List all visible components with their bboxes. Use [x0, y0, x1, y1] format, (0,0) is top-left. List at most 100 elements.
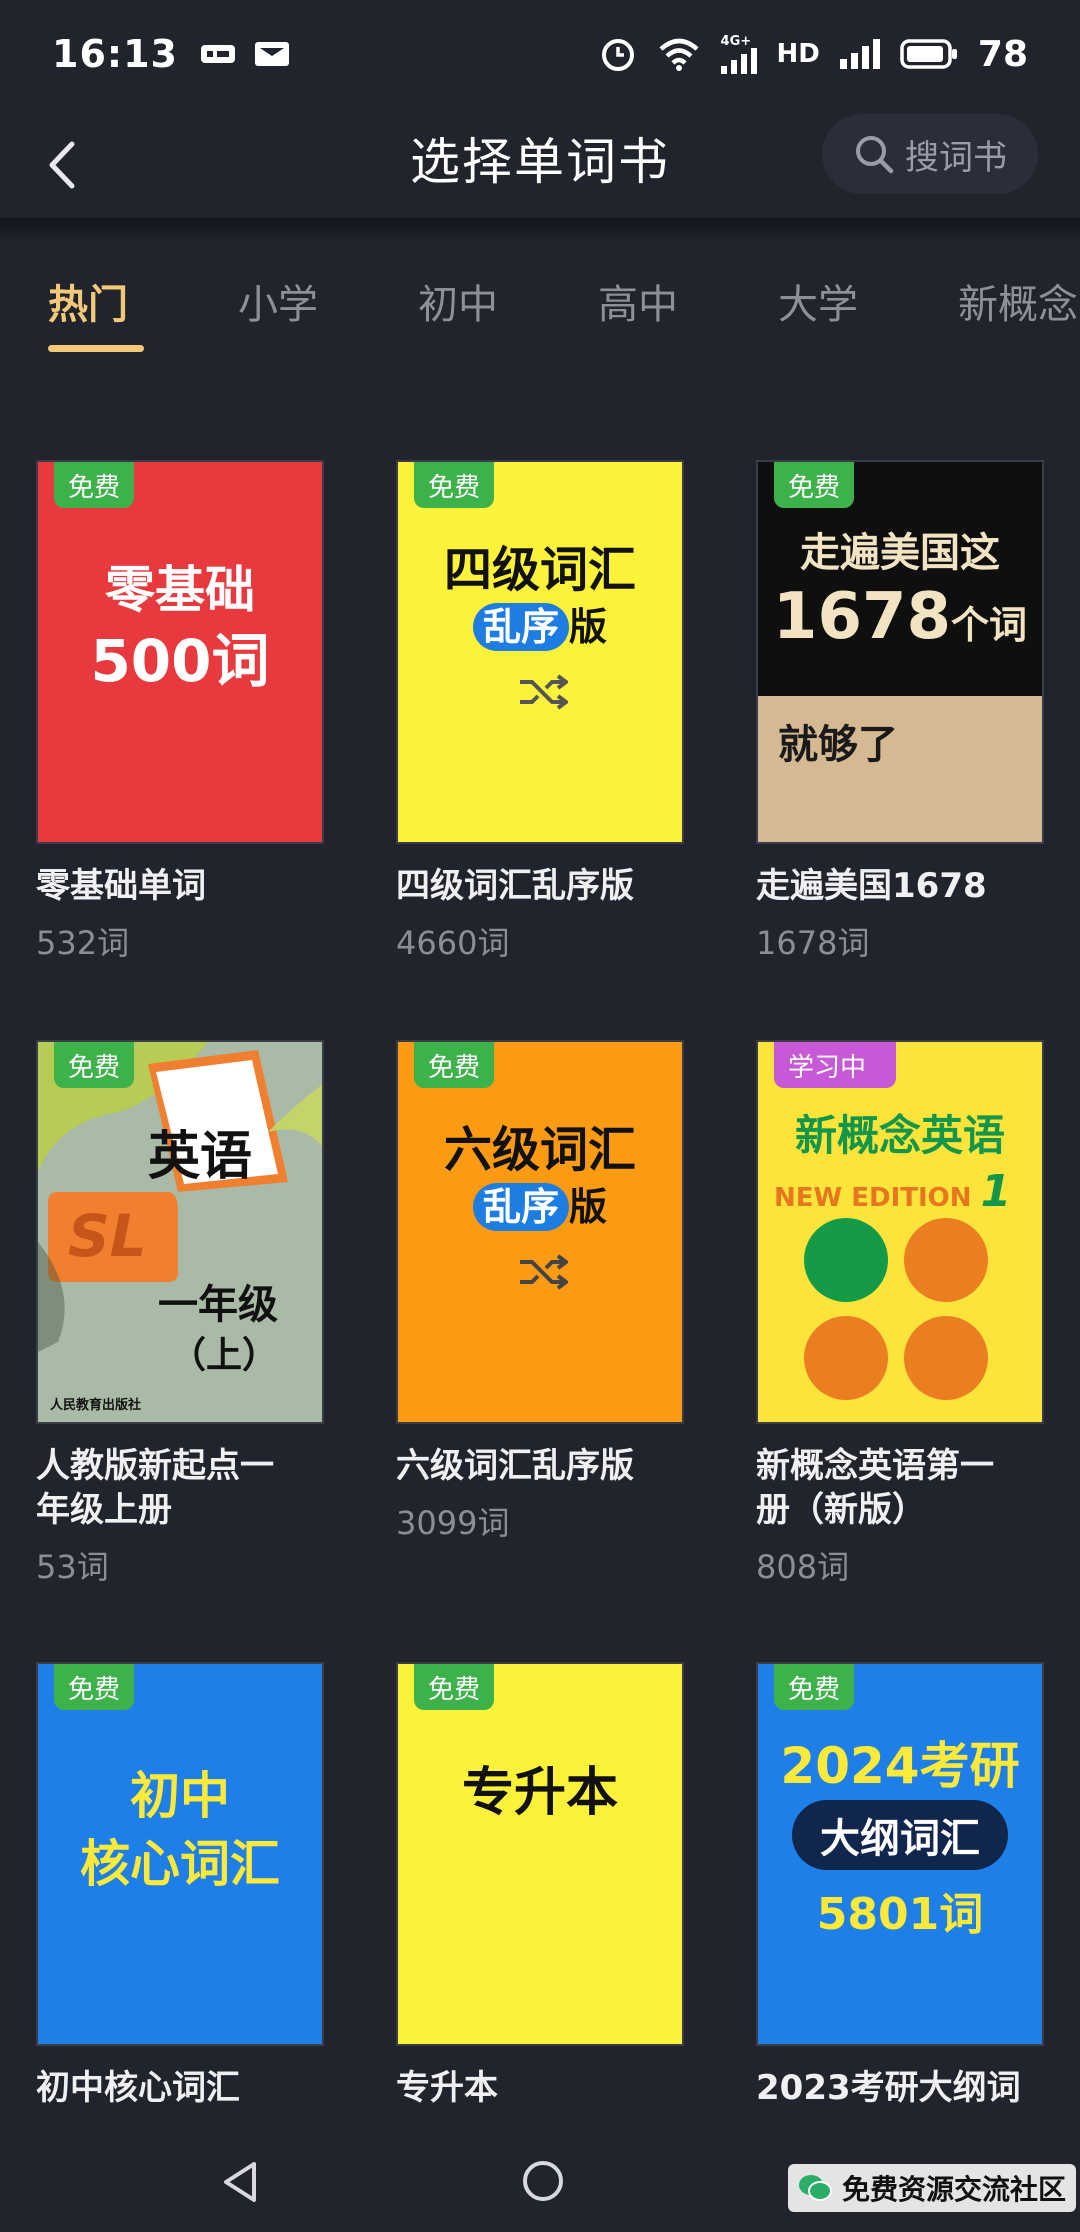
app-notification-icon [200, 42, 236, 66]
free-badge: 免费 [54, 462, 135, 508]
cover-subtitle: 500词 [90, 627, 270, 695]
free-badge: 免费 [414, 462, 495, 508]
network-type-label: 4G+ [720, 33, 752, 49]
book-cover: 免费 走遍美国这 1678个词 就够了 [756, 460, 1044, 844]
message-notification-icon [254, 40, 290, 68]
search-label: 搜词书 [905, 137, 1007, 178]
shuffle-icon [520, 1254, 568, 1290]
cover-edition-line: NEW EDITION 1 [774, 1166, 1042, 1217]
tab-junior-high[interactable]: 初中 [418, 272, 498, 330]
book-cover: 免费 六级词汇 乱序版 [396, 1040, 684, 1424]
cover-number: 1678 [772, 580, 952, 654]
tab-university[interactable]: 大学 [778, 272, 858, 330]
header-divider [0, 218, 1080, 244]
cover-pill: 乱序 [472, 603, 569, 651]
cover-pill-line: 大纲词汇 [758, 1800, 1042, 1870]
word-count: 532词 [36, 924, 130, 962]
watermark: 免费资源交流社区 [788, 2164, 1077, 2212]
cover-title: 零基础 [105, 561, 255, 619]
signal-icon [839, 39, 880, 69]
cover-sl-logo: SL [68, 1202, 147, 1270]
book-cover: 学习中 新概念英语 NEW EDITION 1 [756, 1040, 1044, 1424]
free-badge: 免费 [414, 1042, 495, 1088]
book-card-cet6[interactable]: 免费 六级词汇 乱序版 六级词汇乱序版 3099词 [396, 1040, 684, 1544]
cover-number-line: 1678个词 [758, 580, 1042, 654]
cover-subtitle: 乱序版 [398, 596, 682, 651]
nav-back-icon[interactable] [220, 2160, 260, 2204]
tab-primary[interactable]: 小学 [238, 272, 318, 330]
free-badge: 免费 [774, 462, 855, 508]
tab-hot[interactable]: 热门 [48, 272, 128, 330]
book-cover: 免费 零基础 500词 [36, 460, 324, 844]
cover-title: 六级词汇 [443, 1122, 636, 1178]
word-count: 3099词 [396, 1504, 510, 1542]
cellular-4g-icon: 4G+ [720, 33, 757, 74]
cover-title: 2024考研 [780, 1737, 1020, 1795]
cover-edition: NEW EDITION [774, 1183, 972, 1213]
battery-level: 78 [977, 33, 1028, 75]
cover-title: 四级词汇 [443, 542, 636, 598]
cover-subtitle: 5801词 [816, 1889, 984, 1940]
cover-title: 走遍美国这 [800, 530, 1000, 576]
book-card-cet4[interactable]: 免费 四级词汇 乱序版 四级词汇乱序版 4660词 [396, 460, 684, 964]
category-tabs: 热门 小学 初中 高中 大学 新概念 [0, 272, 1080, 362]
learning-badge: 学习中 [774, 1042, 897, 1088]
book-title: 2023考研大纲词 [756, 2068, 1021, 2108]
book-cover: 免费 四级词汇 乱序版 [396, 460, 684, 844]
word-count: 1678词 [756, 924, 870, 962]
cover-grade: 一年级 [158, 1282, 278, 1328]
search-icon [856, 136, 894, 174]
free-badge: 免费 [54, 1042, 135, 1088]
tab-senior-high[interactable]: 高中 [598, 272, 678, 330]
word-count: 53词 [36, 1548, 109, 1586]
tab-new-concept[interactable]: 新概念 [958, 272, 1078, 330]
book-title-line2: 年级上册 [36, 1490, 172, 1530]
book-title-line1: 人教版新起点一 [36, 1446, 274, 1486]
book-cover: 免费 英语 SL 一年级 （上） 人民教育出版社 [36, 1040, 324, 1424]
book-card-across-america[interactable]: 免费 走遍美国这 1678个词 就够了 走遍美国1678 1678词 [756, 460, 1044, 964]
word-count: 4660词 [396, 924, 510, 962]
cover-title: 新概念英语 [794, 1111, 1005, 1160]
cover-volume: 1 [980, 1166, 1012, 1217]
alarm-icon [599, 35, 637, 73]
hd-label: HD [776, 39, 820, 69]
cover-title: 初中 [130, 1767, 230, 1825]
book-title: 走遍美国1678 [756, 866, 987, 906]
wifi-icon [657, 37, 701, 71]
cover-subtitle: 乱序版 [398, 1176, 682, 1231]
cover-pill: 乱序 [472, 1183, 569, 1231]
book-card-zero-basic[interactable]: 免费 零基础 500词 零基础单词 532词 [36, 460, 324, 964]
system-navigation-bar: 免费资源交流社区 [0, 2130, 1080, 2232]
search-books-button[interactable]: 搜词书 [822, 114, 1038, 194]
book-card-pep-grade1[interactable]: 免费 英语 SL 一年级 （上） 人民教育出版社 人教版新起点一 年级上册 53… [36, 1040, 324, 1588]
wechat-icon [799, 2175, 832, 2201]
cover-unit: 个词 [951, 603, 1028, 647]
book-title: 四级词汇乱序版 [396, 866, 634, 906]
free-badge: 免费 [414, 1664, 495, 1710]
book-cover: 免费 初中 核心词汇 [36, 1662, 324, 2046]
top-bar: 选择单词书 搜词书 [0, 108, 1080, 220]
book-card-zhuanshengben[interactable]: 免费 专升本 专升本 [396, 1662, 684, 2120]
cover-title: 专升本 [461, 1763, 618, 1823]
book-card-new-concept-1[interactable]: 学习中 新概念英语 NEW EDITION 1 新概念英语第一 册（新版） 80… [756, 1040, 1044, 1588]
cover-subtitle: 核心词汇 [80, 1835, 280, 1893]
book-title: 六级词汇乱序版 [396, 1446, 634, 1486]
cover-publisher: 人民教育出版社 [50, 1398, 142, 1413]
book-card-kaoyan[interactable]: 免费 2024考研 大纲词汇 5801词 2023考研大纲词 [756, 1662, 1044, 2120]
status-bar: 16:13 4G+ HD 78 [0, 0, 1080, 108]
cover-suffix: 版 [569, 1185, 608, 1229]
book-title: 零基础单词 [36, 866, 206, 906]
book-cover: 免费 2024考研 大纲词汇 5801词 [756, 1662, 1044, 2046]
cover-pill: 大纲词汇 [792, 1800, 1008, 1870]
status-time: 16:13 [52, 32, 178, 76]
free-badge: 免费 [774, 1664, 855, 1710]
book-title: 专升本 [396, 2068, 498, 2108]
battery-icon [900, 39, 958, 69]
book-cover: 免费 专升本 [396, 1662, 684, 2046]
book-title-line2: 册（新版） [756, 1490, 926, 1530]
active-tab-indicator [48, 345, 144, 352]
book-card-junior-core[interactable]: 免费 初中 核心词汇 初中核心词汇 [36, 1662, 324, 2120]
book-title-line1: 新概念英语第一 [756, 1446, 994, 1486]
hd-voice-icon: HD [777, 39, 820, 69]
nav-home-icon[interactable] [520, 2158, 566, 2204]
